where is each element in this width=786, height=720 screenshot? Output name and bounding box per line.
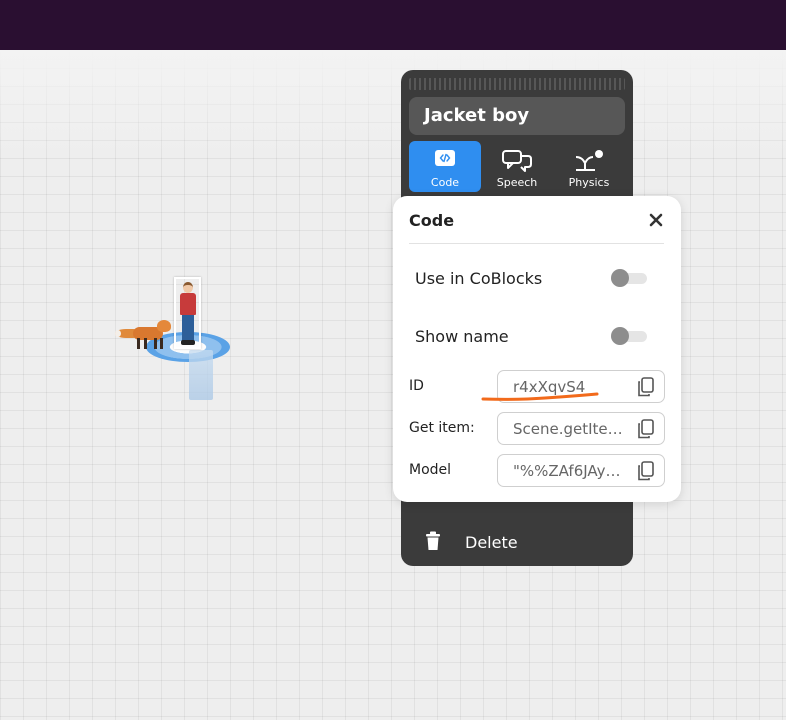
tab-code-label: Code xyxy=(430,176,460,189)
tab-speech-label: Speech xyxy=(496,176,538,189)
close-icon[interactable] xyxy=(648,212,664,228)
show-name-toggle[interactable] xyxy=(611,327,647,345)
panel-drag-handle[interactable] xyxy=(409,78,625,90)
divider xyxy=(409,243,664,244)
selection-box xyxy=(174,277,201,349)
speech-bubbles-icon xyxy=(502,150,532,172)
tab-physics-label: Physics xyxy=(568,176,610,189)
delete-button[interactable]: Delete xyxy=(401,524,633,560)
get-item-value: Scene.getItem("r4xXqvS4") xyxy=(513,420,628,438)
object-name-field[interactable]: Jacket boy xyxy=(409,97,625,135)
tab-physics[interactable]: Physics xyxy=(553,141,625,192)
delete-label: Delete xyxy=(465,533,518,552)
model-field[interactable]: "%%ZAf6JAyYyl" xyxy=(497,454,665,487)
get-item-field[interactable]: Scene.getItem("r4xXqvS4") xyxy=(497,412,665,445)
code-icon xyxy=(435,150,455,166)
popup-title: Code xyxy=(409,211,455,230)
coblocks-toggle[interactable] xyxy=(611,269,647,287)
fox-model[interactable] xyxy=(115,313,175,353)
get-item-label: Get item: xyxy=(409,420,475,436)
trash-icon xyxy=(426,531,440,550)
orange-underline-annotation xyxy=(481,392,599,401)
tab-code[interactable]: Code xyxy=(409,141,481,192)
copy-icon[interactable] xyxy=(637,377,655,397)
top-bar xyxy=(0,0,786,50)
tab-speech[interactable]: Speech xyxy=(481,141,553,192)
copy-icon[interactable] xyxy=(637,419,655,439)
model-label: Model xyxy=(409,462,452,478)
object-shadow xyxy=(189,350,213,400)
id-label: ID xyxy=(409,378,424,394)
model-value: "%%ZAf6JAyYyl" xyxy=(513,462,628,480)
show-name-label: Show name xyxy=(415,327,509,346)
physics-icon xyxy=(575,150,603,171)
code-popup: Code Use in CoBlocks Show name ID r4xXqv… xyxy=(393,196,681,502)
copy-icon[interactable] xyxy=(637,461,655,481)
coblocks-label: Use in CoBlocks xyxy=(415,269,543,288)
